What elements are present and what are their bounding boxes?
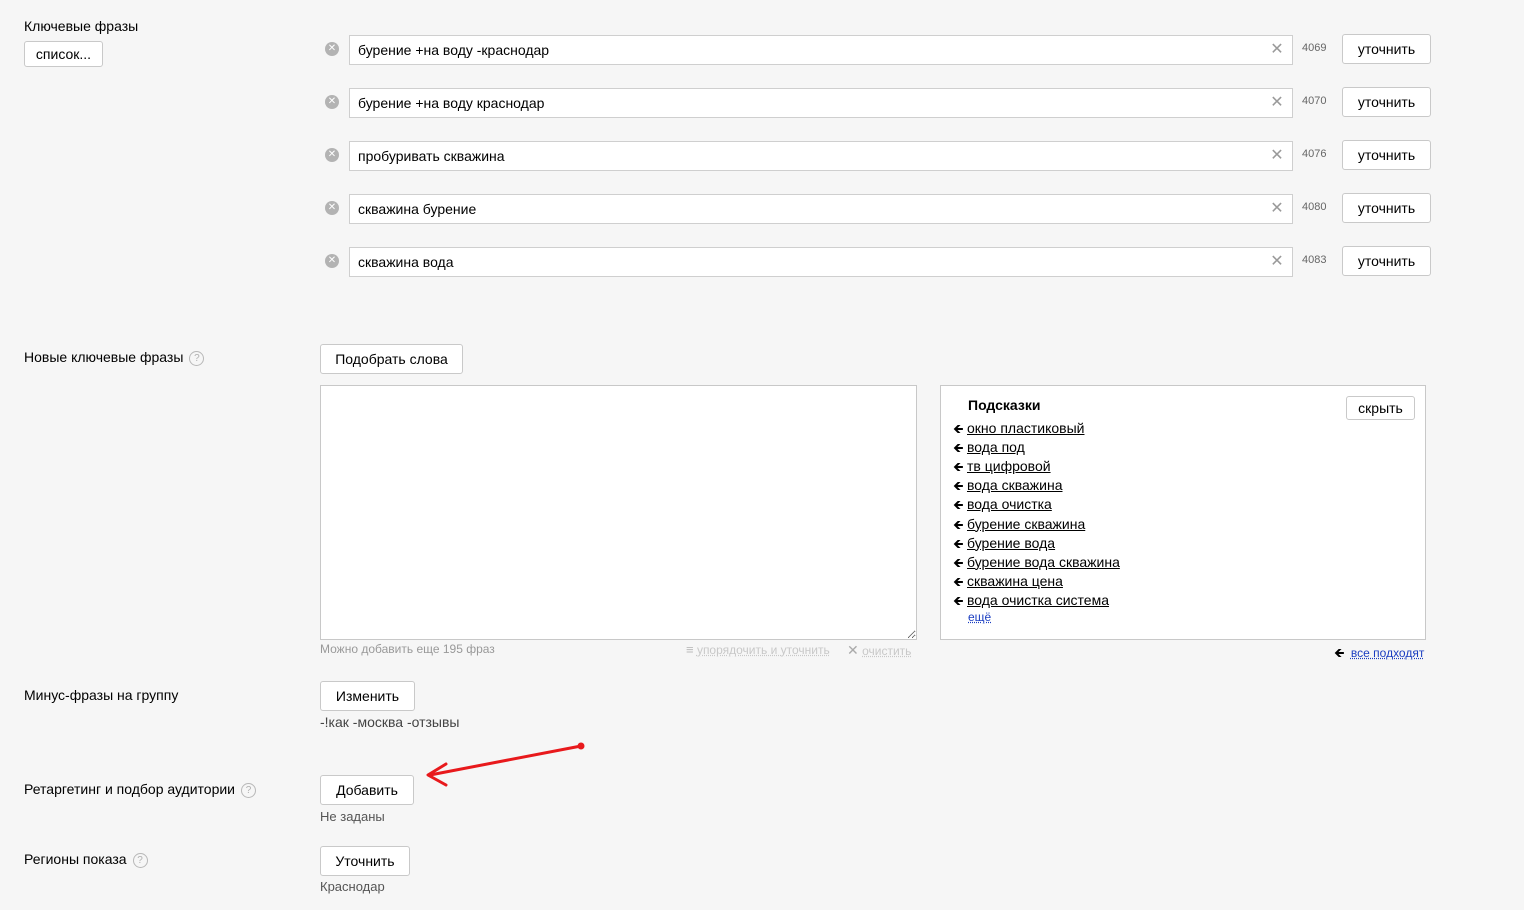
retargeting-label: Ретаргетинг и подбор аудитории? [24, 781, 256, 798]
help-icon[interactable]: ? [132, 852, 148, 868]
refine-regions-button[interactable]: Уточнить [320, 846, 410, 876]
hints-title: Подсказки [968, 397, 1041, 413]
refine-keyword-button[interactable]: уточнить [1342, 87, 1431, 117]
keyword-count: 4076 [1302, 148, 1327, 160]
pick-words-button[interactable]: Подобрать слова [320, 344, 463, 374]
add-retargeting-button[interactable]: Добавить [320, 775, 414, 805]
clear-icon[interactable]: ✕ [1269, 254, 1285, 270]
hint-item[interactable]: 🡸 вода очистка система [953, 592, 1109, 611]
hint-item[interactable]: 🡸 окно пластиковый [953, 420, 1084, 439]
change-minus-phrases-button[interactable]: Изменить [320, 681, 415, 711]
new-keywords-label: Новые ключевые фразы? [24, 349, 205, 366]
hints-panel: Подсказки скрыть 🡸 окно пластиковый 🡸 вода … [940, 385, 1426, 640]
remove-circle-icon[interactable]: ✕ [325, 95, 339, 109]
hint-item[interactable]: 🡸 вода очистка [953, 496, 1052, 515]
clear-link-text: очистить [862, 644, 912, 658]
arrow-left-icon: 🡸 [1334, 645, 1345, 660]
help-icon[interactable]: ? [189, 350, 205, 366]
clear-link[interactable]: ✕ очистить [847, 642, 911, 659]
regions-label: Регионы показа? [24, 851, 148, 868]
keywords-label: Ключевые фразы [24, 18, 139, 34]
clear-icon[interactable]: ✕ [1269, 42, 1285, 58]
retargeting-label-text: Ретаргетинг и подбор аудитории [24, 781, 235, 797]
keyword-count: 4083 [1302, 254, 1327, 266]
hint-item[interactable]: 🡸 скважина цена [953, 573, 1063, 592]
clear-icon[interactable]: ✕ [1269, 148, 1285, 164]
keyword-row: ✕ ✕ 4070 уточнить [320, 87, 1440, 120]
hint-link[interactable]: тв цифровой [967, 458, 1051, 474]
arrow-left-icon: 🡸 [953, 592, 964, 608]
annotation-arrow-head [426, 762, 448, 787]
hint-link[interactable]: бурение вода [967, 535, 1055, 551]
refine-keyword-button[interactable]: уточнить [1342, 140, 1431, 170]
remove-circle-icon[interactable]: ✕ [325, 254, 339, 268]
all-fit-link[interactable]: 🡸 все подходят [1334, 644, 1424, 666]
keyword-row: ✕ ✕ 4069 уточнить [320, 34, 1440, 67]
keyword-count: 4070 [1302, 95, 1327, 107]
close-icon: ✕ [847, 642, 859, 658]
sort-refine-link-text: упорядочить и уточнить [696, 643, 830, 657]
keyword-input[interactable] [349, 194, 1293, 224]
keyword-input[interactable] [349, 141, 1293, 171]
retargeting-value: Не заданы [320, 809, 385, 824]
regions-value: Краснодар [320, 879, 385, 894]
hide-hints-button[interactable]: скрыть [1346, 396, 1415, 420]
hint-item[interactable]: 🡸 бурение скважина [953, 516, 1085, 535]
regions-label-text: Регионы показа [24, 851, 127, 867]
keyword-count: 4069 [1302, 42, 1327, 54]
refine-keyword-button[interactable]: уточнить [1342, 246, 1431, 276]
keyword-input[interactable] [349, 88, 1293, 118]
remove-circle-icon[interactable]: ✕ [325, 201, 339, 215]
hint-item[interactable]: 🡸 вода скважина [953, 477, 1063, 496]
remove-circle-icon[interactable]: ✕ [325, 42, 339, 56]
hint-link[interactable]: вода под [967, 439, 1025, 455]
clear-icon[interactable]: ✕ [1269, 201, 1285, 217]
keyword-input[interactable] [349, 35, 1293, 65]
remove-circle-icon[interactable]: ✕ [325, 148, 339, 162]
keyword-count: 4080 [1302, 201, 1327, 213]
new-keywords-textarea[interactable] [320, 385, 917, 640]
annotation-arrow-shaft [428, 744, 583, 777]
sort-refine-link[interactable]: ≡ упорядочить и уточнить [686, 642, 830, 657]
refine-keyword-button[interactable]: уточнить [1342, 34, 1431, 64]
hint-link[interactable]: скважина цена [967, 573, 1063, 589]
keywords-list-button[interactable]: список... [24, 41, 103, 67]
annotation-arrow-tail-dot [577, 742, 585, 750]
minus-phrases-label: Минус-фразы на группу [24, 687, 179, 703]
keyword-row: ✕ ✕ 4076 уточнить [320, 140, 1440, 173]
hint-item[interactable]: 🡸 тв цифровой [953, 458, 1051, 477]
keyword-input[interactable] [349, 247, 1293, 277]
hint-link[interactable]: вода очистка [967, 496, 1052, 512]
hint-link[interactable]: окно пластиковый [967, 420, 1084, 436]
new-keywords-label-text: Новые ключевые фразы [24, 349, 184, 365]
refine-keyword-button[interactable]: уточнить [1342, 193, 1431, 223]
hint-link[interactable]: вода скважина [967, 477, 1063, 493]
hint-item[interactable]: 🡸 вода под [953, 439, 1025, 458]
sort-icon: ≡ [686, 642, 694, 657]
help-icon[interactable]: ? [241, 782, 256, 798]
keyword-row: ✕ ✕ 4083 уточнить [320, 246, 1440, 279]
all-fit-link-text: все подходят [1350, 646, 1425, 660]
hint-item[interactable]: 🡸 бурение вода [953, 535, 1055, 554]
hint-item[interactable]: 🡸 бурение вода скважина [953, 554, 1120, 573]
minus-phrases-value: -!как -москва -отзывы [320, 714, 460, 730]
clear-icon[interactable]: ✕ [1269, 95, 1285, 111]
hint-link[interactable]: бурение вода скважина [967, 554, 1120, 570]
hint-link[interactable]: вода очистка система [967, 592, 1109, 608]
hint-link[interactable]: бурение скважина [967, 516, 1085, 532]
remaining-phrases-note: Можно добавить еще 195 фраз [320, 642, 495, 656]
keyword-row: ✕ ✕ 4080 уточнить [320, 193, 1440, 226]
more-hints-link[interactable]: ещё [968, 610, 991, 624]
